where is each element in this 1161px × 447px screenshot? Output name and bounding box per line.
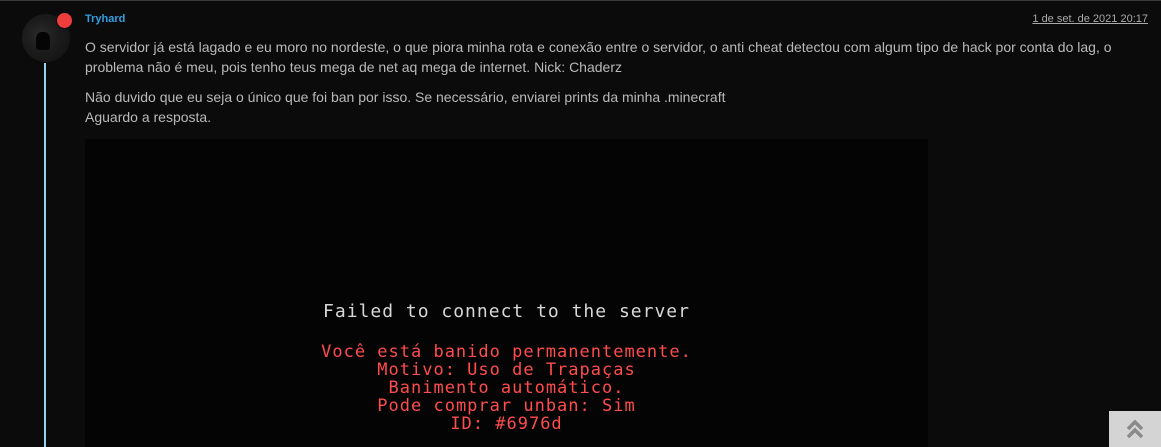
post-body: O servidor já está lagado e eu moro no n… <box>85 37 1145 137</box>
ban-reason-line: Você está banido permanentemente. <box>321 342 692 362</box>
avatar-container[interactable] <box>22 12 73 62</box>
scroll-to-top-button[interactable] <box>1109 411 1161 447</box>
ban-reason-line: Pode comprar unban: Sim <box>377 396 636 416</box>
ban-reason-line: Banimento automático. <box>388 378 625 398</box>
post-line: Não duvido que eu seja o único que foi b… <box>85 89 726 105</box>
double-chevron-up-icon <box>1126 419 1144 439</box>
screenshot-ban-reason: Você está banido permanentemente. Motivo… <box>85 343 928 433</box>
forum-post: Tryhard 1 de set. de 2021 20:17 O servid… <box>0 0 1161 447</box>
post-paragraph: O servidor já está lagado e eu moro no n… <box>85 39 1112 75</box>
post-line: Aguardo a resposta. <box>85 109 212 125</box>
ban-reason-line: Motivo: Uso de Trapaças <box>377 360 636 380</box>
post-timestamp[interactable]: 1 de set. de 2021 20:17 <box>1032 13 1148 25</box>
attached-screenshot[interactable]: Failed to connect to the server Você est… <box>85 139 928 447</box>
thread-line <box>44 63 46 447</box>
screenshot-title: Failed to connect to the server <box>323 301 690 322</box>
author-link[interactable]: Tryhard <box>85 13 125 25</box>
post-paragraph: Não duvido que eu seja o único que foi b… <box>85 87 1145 127</box>
status-dot-icon <box>56 12 73 29</box>
ban-reason-line: ID: #6976d <box>450 414 563 434</box>
